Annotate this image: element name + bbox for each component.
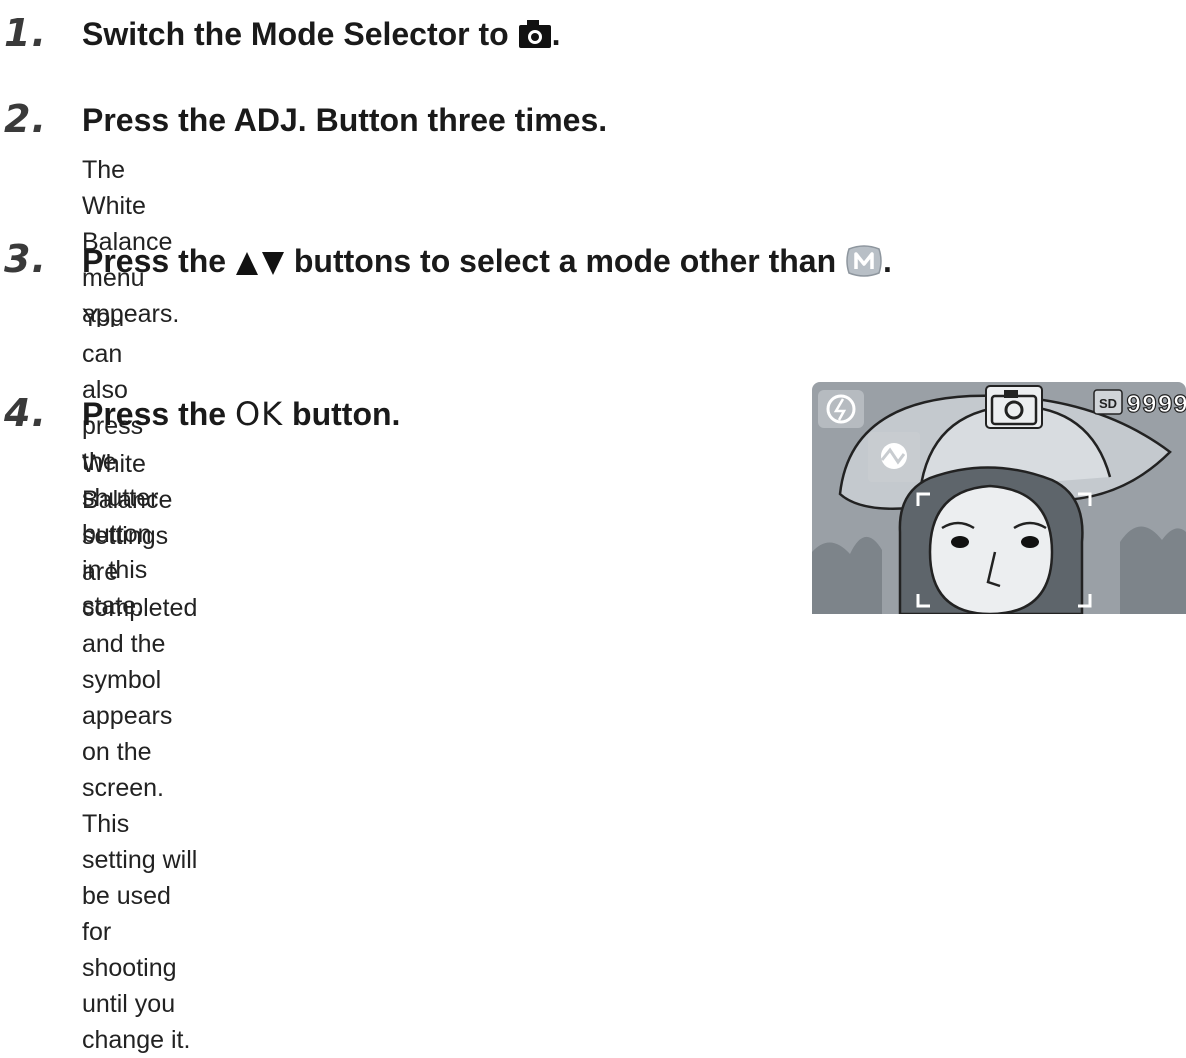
ok-button-label: OK: [234, 395, 284, 433]
manual-white-balance-icon: [845, 244, 883, 283]
step-1-number: 1.: [4, 11, 47, 55]
step-4-description-line: until you change it.: [82, 990, 191, 1054]
step-3-heading: Press the buttons to select a mode other…: [82, 244, 892, 283]
sd-card-icon: SD: [1093, 389, 1123, 415]
sd-card-label: SD: [1099, 396, 1117, 411]
shots-remaining-counter: 9999: [1126, 390, 1186, 420]
step-4-heading-end: button.: [283, 396, 401, 432]
camera-icon: [518, 19, 552, 54]
white-balance-icon: [868, 432, 920, 482]
step-4-description: White Balance settings are completed and…: [82, 446, 197, 1058]
step-3-heading-text: Press the: [82, 243, 235, 279]
up-down-arrow-icon: [235, 249, 285, 281]
camera-lcd-illustration: SD 9999: [790, 382, 1186, 614]
step-4-description-line: and the symbol appears on the screen.: [82, 630, 173, 802]
step-4-heading: Press the OK button.: [82, 398, 400, 430]
step-2-number: 2.: [4, 97, 47, 141]
step-3-number: 3.: [4, 237, 47, 281]
step-4-number: 4.: [4, 391, 47, 435]
camera-mode-icon: [985, 385, 1043, 429]
step-1-heading-text: Switch the Mode Selector to: [82, 16, 518, 52]
flash-off-icon: [818, 390, 864, 428]
step-4-heading-text: Press the: [82, 396, 235, 432]
step-2-heading: Press the ADJ. Button three times.: [82, 102, 608, 138]
step-4-description-line: This setting will be used for shooting: [82, 810, 198, 982]
step-4-description-line: White Balance settings are completed: [82, 450, 198, 622]
step-3-heading-middle: buttons to select a mode other than: [284, 243, 846, 279]
step-3-heading-end: .: [883, 243, 892, 279]
step-1-heading-end: .: [551, 16, 561, 52]
step-1-heading: Switch the Mode Selector to .: [82, 18, 561, 54]
